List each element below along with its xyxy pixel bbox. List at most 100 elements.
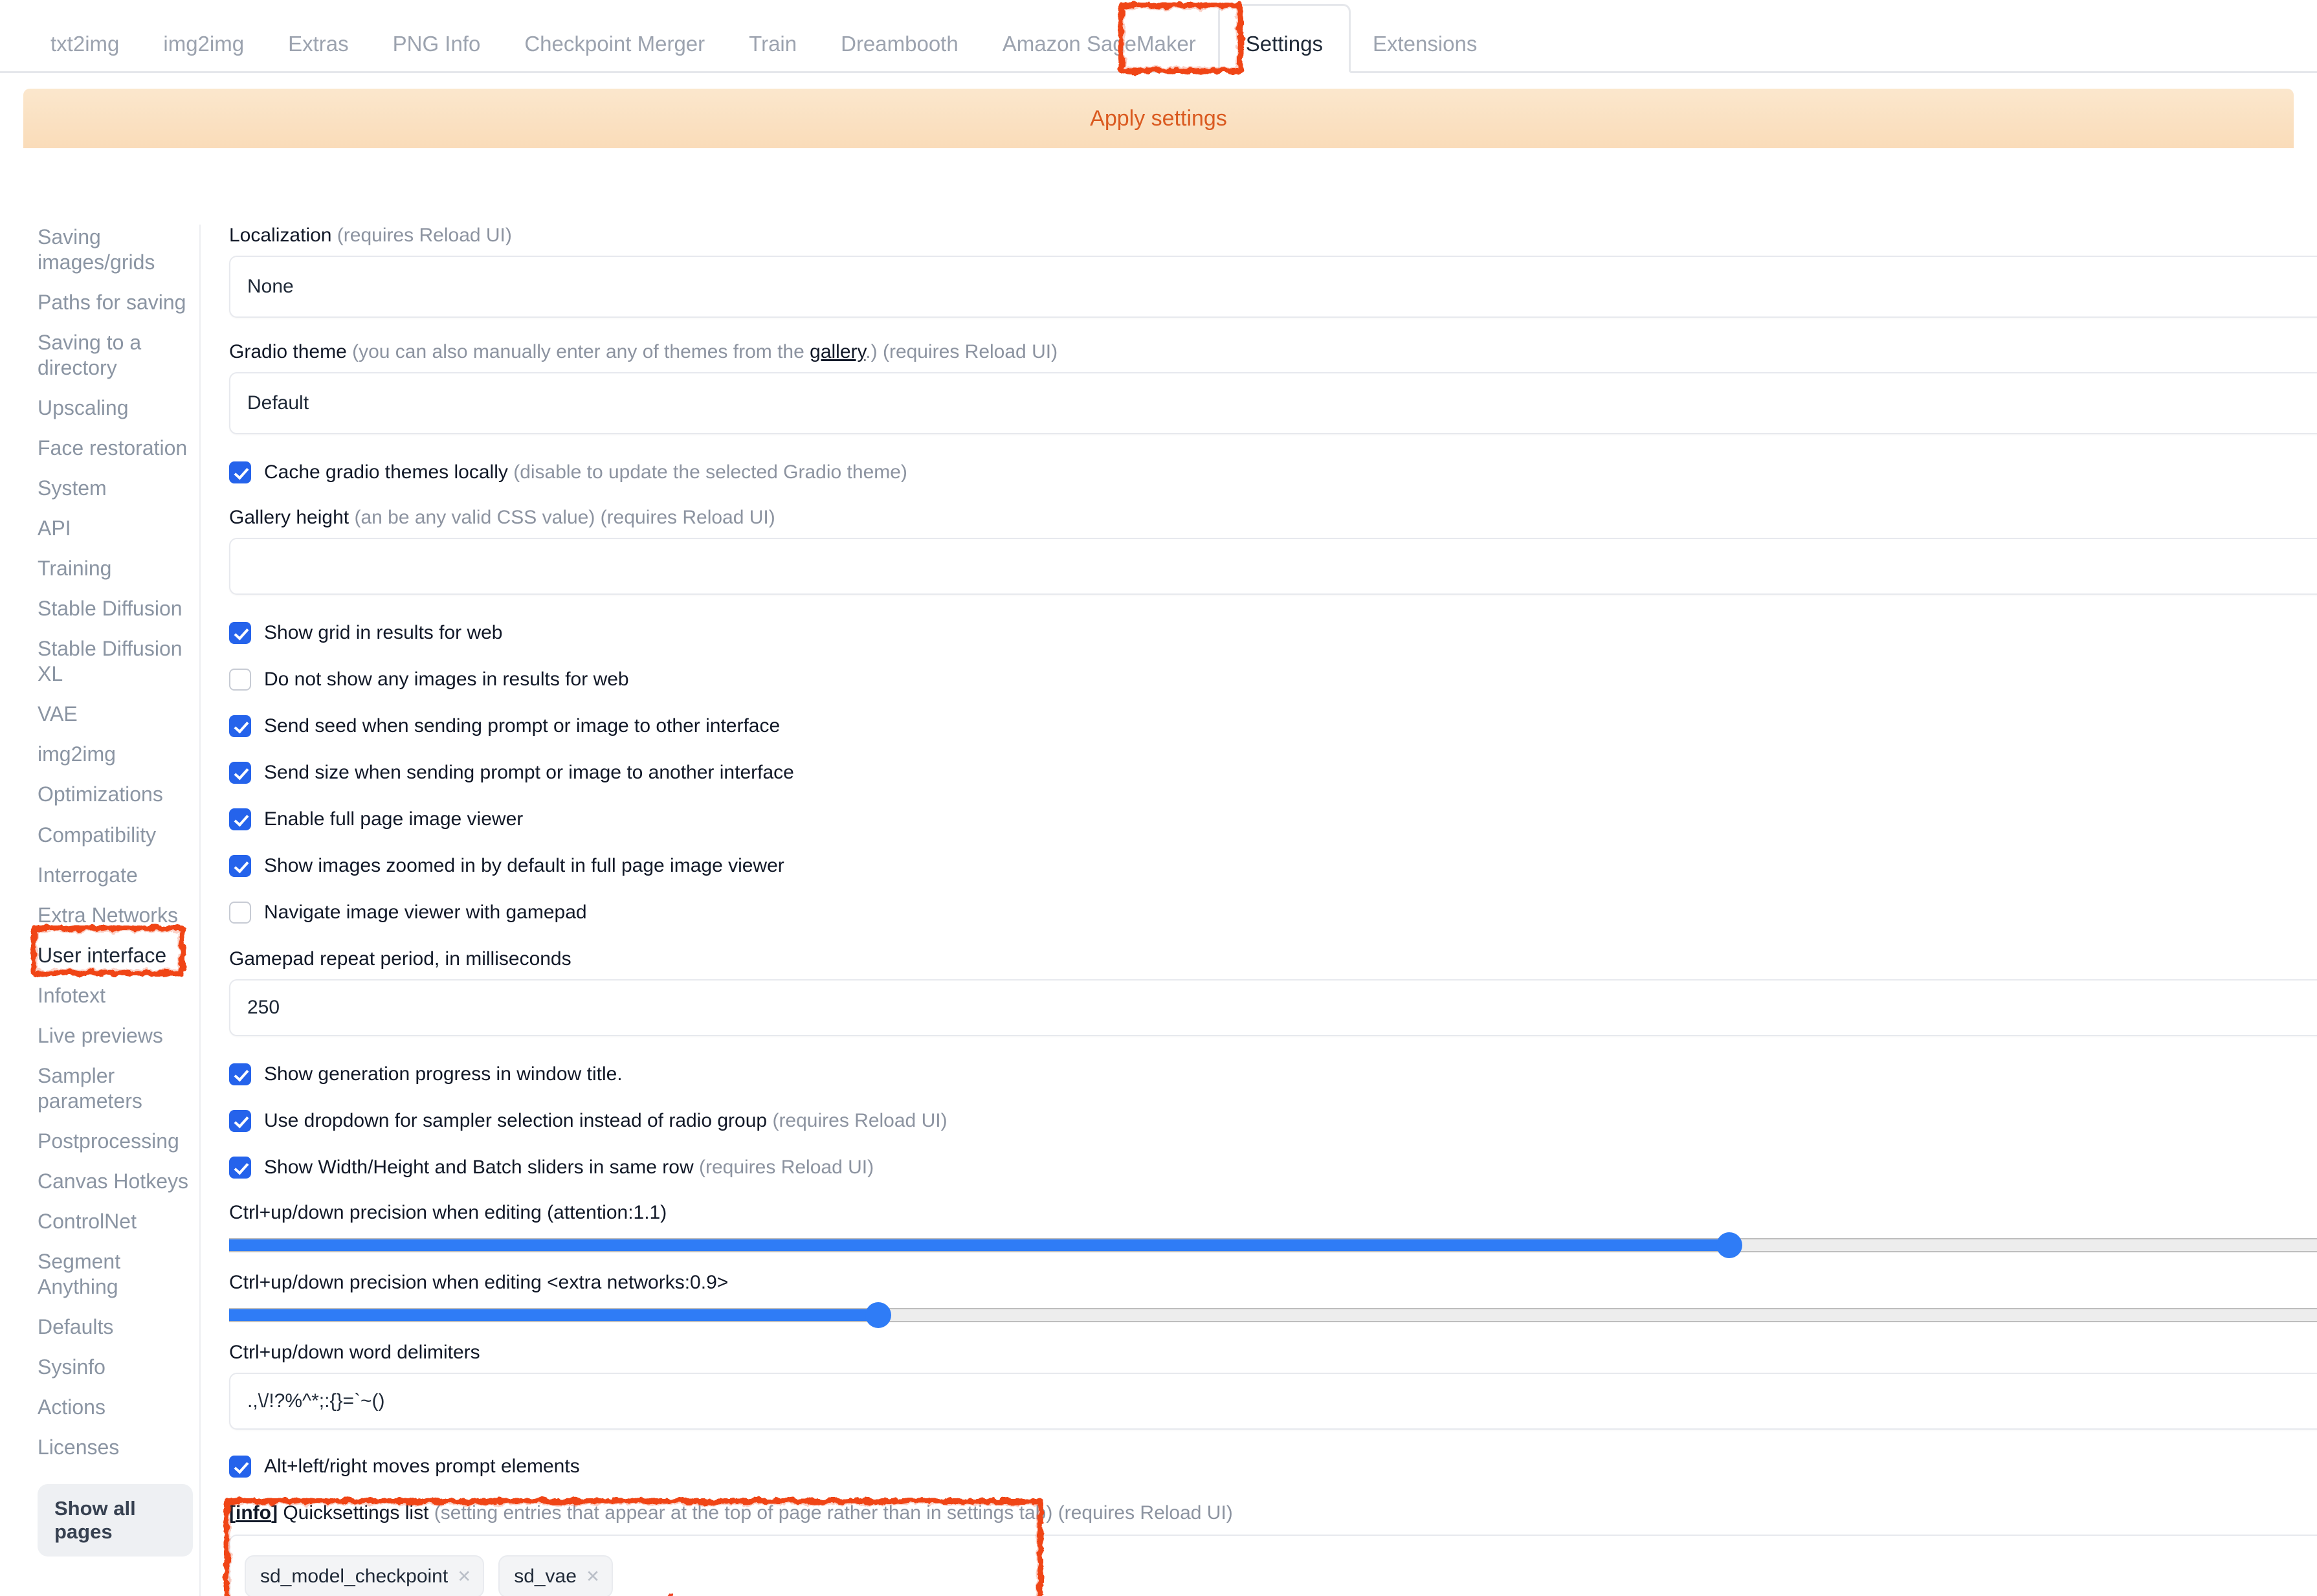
sidebar-item-face-restoration[interactable]: Face restoration bbox=[38, 436, 193, 461]
cache-gradio-themes-checkbox[interactable] bbox=[229, 461, 251, 483]
gradio-theme-field: Gradio theme (you can also manually ente… bbox=[229, 341, 2317, 434]
gradio-theme-label: Gradio theme (you can also manually ente… bbox=[229, 341, 2317, 363]
tab-settings[interactable]: Settings bbox=[1217, 4, 1351, 73]
gradio-theme-gallery-link[interactable]: gallery bbox=[810, 341, 865, 362]
quicksettings-hint: (setting entries that appear at the top … bbox=[434, 1502, 1233, 1524]
wh-same-row-row[interactable]: Show Width/Height and Batch sliders in s… bbox=[229, 1153, 2317, 1182]
sidebar-item-sysinfo[interactable]: Sysinfo bbox=[38, 1355, 193, 1380]
full-page-viewer-checkbox[interactable] bbox=[229, 808, 251, 830]
sidebar-item-segment-anything[interactable]: Segment Anything bbox=[38, 1249, 193, 1300]
send-size-checkbox[interactable] bbox=[229, 762, 251, 784]
precision-attention-label: Ctrl+up/down precision when editing (att… bbox=[229, 1202, 667, 1223]
precision-extra-networks-slider[interactable] bbox=[229, 1302, 2317, 1328]
quicksettings-region: [info] Quicksettings list (setting entri… bbox=[224, 1496, 2317, 1596]
sidebar-item-saving-to-a-directory[interactable]: Saving to a directory bbox=[38, 330, 193, 381]
sidebar-item-upscaling[interactable]: Upscaling bbox=[38, 395, 193, 421]
sidebar-item-infotext[interactable]: Infotext bbox=[38, 983, 193, 1008]
sidebar-item-interrogate[interactable]: Interrogate bbox=[38, 863, 193, 888]
dropdown-sampler-row[interactable]: Use dropdown for sampler selection inste… bbox=[229, 1106, 2317, 1136]
sidebar-item-paths-for-saving[interactable]: Paths for saving bbox=[38, 290, 193, 315]
send-seed-row[interactable]: Send seed when sending prompt or image t… bbox=[229, 711, 2317, 741]
gradio-theme-dropdown[interactable]: Default bbox=[229, 372, 2317, 434]
quicksettings-token-area[interactable]: sd_model_checkpoint ✕ sd_vae ✕ bbox=[229, 1535, 2317, 1596]
apply-settings-button[interactable]: Apply settings bbox=[23, 89, 2294, 148]
show-grid-web-row[interactable]: Show grid in results for web bbox=[229, 618, 2317, 648]
wh-same-row-label: Show Width/Height and Batch sliders in s… bbox=[264, 1157, 874, 1179]
sidebar-item-user-interface[interactable]: User interface bbox=[38, 943, 166, 968]
tab-checkpoint-merger[interactable]: Checkpoint Merger bbox=[502, 33, 727, 71]
show-all-pages-button[interactable]: Show all pages bbox=[38, 1484, 193, 1557]
wh-same-row-checkbox[interactable] bbox=[229, 1157, 251, 1179]
close-icon[interactable]: ✕ bbox=[586, 1567, 600, 1587]
sidebar-item-defaults[interactable]: Defaults bbox=[38, 1314, 193, 1340]
sidebar-item-sampler-parameters[interactable]: Sampler parameters bbox=[38, 1063, 193, 1114]
tab-png-info[interactable]: PNG Info bbox=[371, 33, 503, 71]
zoomed-default-checkbox[interactable] bbox=[229, 855, 251, 877]
tab-dreambooth[interactable]: Dreambooth bbox=[819, 33, 981, 71]
alt-moves-prompt-checkbox[interactable] bbox=[229, 1456, 251, 1478]
close-icon[interactable]: ✕ bbox=[457, 1567, 471, 1587]
gallery-height-label-text: Gallery height bbox=[229, 507, 349, 528]
precision-extra-networks-thumb[interactable] bbox=[865, 1302, 892, 1328]
tab-amazon-sagemaker[interactable]: Amazon SageMaker bbox=[981, 33, 1218, 71]
tab-img2img[interactable]: img2img bbox=[141, 33, 266, 71]
sidebar-item-compatibility[interactable]: Compatibility bbox=[38, 823, 193, 848]
tab-extensions[interactable]: Extensions bbox=[1351, 33, 1499, 71]
full-page-viewer-row[interactable]: Enable full page image viewer bbox=[229, 804, 2317, 834]
gamepad-nav-checkbox[interactable] bbox=[229, 902, 251, 924]
sidebar-item-extra-networks[interactable]: Extra Networks bbox=[38, 903, 193, 928]
send-seed-checkbox[interactable] bbox=[229, 715, 251, 737]
sidebar-item-stable-diffusion-xl[interactable]: Stable Diffusion XL bbox=[38, 636, 193, 687]
quicksettings-token-label: sd_model_checkpoint bbox=[260, 1566, 449, 1587]
gradio-theme-label-text: Gradio theme bbox=[229, 341, 347, 362]
send-size-row[interactable]: Send size when sending prompt or image t… bbox=[229, 758, 2317, 788]
zoomed-default-row[interactable]: Show images zoomed in by default in full… bbox=[229, 851, 2317, 881]
sidebar-item-live-previews[interactable]: Live previews bbox=[38, 1023, 193, 1048]
alt-moves-prompt-row[interactable]: Alt+left/right moves prompt elements bbox=[229, 1452, 2317, 1481]
precision-attention-fill bbox=[229, 1239, 1730, 1251]
sidebar-item-img2img[interactable]: img2img bbox=[38, 742, 193, 767]
localization-dropdown[interactable]: None bbox=[229, 256, 2317, 318]
gallery-height-input[interactable] bbox=[229, 538, 2317, 595]
cache-gradio-themes-label: Cache gradio themes locally (disable to … bbox=[264, 461, 907, 483]
sidebar-item-optimizations[interactable]: Optimizations bbox=[38, 782, 193, 807]
cache-gradio-themes-hint: (disable to update the selected Gradio t… bbox=[513, 461, 907, 483]
localization-value: None bbox=[247, 276, 294, 297]
sidebar-item-system[interactable]: System bbox=[38, 476, 193, 501]
tab-extras[interactable]: Extras bbox=[266, 33, 371, 71]
gamepad-nav-row[interactable]: Navigate image viewer with gamepad bbox=[229, 898, 2317, 927]
sidebar-item-postprocessing[interactable]: Postprocessing bbox=[38, 1129, 193, 1154]
gamepad-nav-label: Navigate image viewer with gamepad bbox=[264, 902, 587, 923]
precision-attention-thumb[interactable] bbox=[1716, 1232, 1743, 1258]
sidebar-item-stable-diffusion[interactable]: Stable Diffusion bbox=[38, 596, 193, 621]
dropdown-sampler-checkbox[interactable] bbox=[229, 1110, 251, 1132]
gamepad-repeat-value: 250 bbox=[247, 997, 280, 1018]
gamepad-repeat-input[interactable]: 250 bbox=[229, 979, 2317, 1036]
tab-txt2img[interactable]: txt2img bbox=[28, 33, 141, 71]
sidebar-item-vae[interactable]: VAE bbox=[38, 702, 193, 727]
no-images-web-row[interactable]: Do not show any images in results for we… bbox=[229, 665, 2317, 694]
word-delimiters-input[interactable]: .,\/!?%^*;:{}=`~() bbox=[229, 1373, 2317, 1430]
sidebar-item-training[interactable]: Training bbox=[38, 556, 193, 581]
show-grid-web-checkbox[interactable] bbox=[229, 622, 251, 644]
sidebar-item-api[interactable]: API bbox=[38, 516, 193, 541]
sidebar-item-canvas-hotkeys[interactable]: Canvas Hotkeys bbox=[38, 1169, 193, 1194]
no-images-web-checkbox[interactable] bbox=[229, 669, 251, 691]
precision-attention-slider[interactable] bbox=[229, 1232, 2317, 1258]
sidebar-item-controlnet[interactable]: ControlNet bbox=[38, 1209, 193, 1234]
localization-label: Localization (requires Reload UI) bbox=[229, 225, 2317, 247]
progress-title-checkbox[interactable] bbox=[229, 1063, 251, 1085]
gallery-height-field: Gallery height (an be any valid CSS valu… bbox=[229, 507, 2317, 595]
sidebar-item-actions[interactable]: Actions bbox=[38, 1395, 193, 1420]
quicksettings-token-sd-model-checkpoint[interactable]: sd_model_checkpoint ✕ bbox=[245, 1555, 485, 1596]
gradio-theme-value: Default bbox=[247, 392, 309, 414]
quicksettings-token-sd-vae[interactable]: sd_vae ✕ bbox=[498, 1555, 613, 1596]
tab-train[interactable]: Train bbox=[727, 33, 819, 71]
progress-title-row[interactable]: Show generation progress in window title… bbox=[229, 1059, 2317, 1089]
sidebar-item-saving-images-grids[interactable]: Saving images/grids bbox=[38, 225, 193, 275]
word-delimiters-value: .,\/!?%^*;:{}=`~() bbox=[247, 1390, 385, 1412]
cache-gradio-themes-row[interactable]: Cache gradio themes locally (disable to … bbox=[229, 458, 2317, 487]
gradio-theme-hint-post: .) (requires Reload UI) bbox=[865, 341, 1058, 362]
quicksettings-info-badge[interactable]: [info] bbox=[229, 1502, 278, 1524]
sidebar-item-licenses[interactable]: Licenses bbox=[38, 1435, 193, 1460]
